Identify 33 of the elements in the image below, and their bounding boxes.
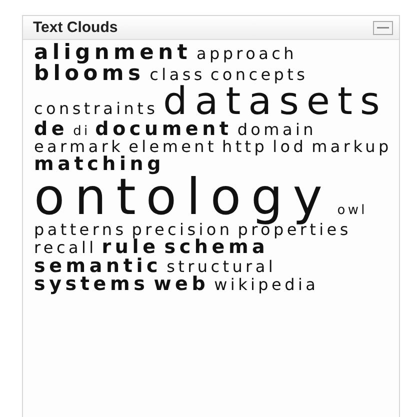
tag-link[interactable]: wikipedia [214, 277, 319, 293]
collapse-button[interactable] [373, 20, 393, 34]
tag-link[interactable]: semantic [34, 256, 162, 276]
minus-icon [377, 26, 389, 28]
tag-link[interactable]: http [222, 139, 268, 155]
tag-link[interactable]: di [73, 126, 90, 140]
tag-link[interactable]: de [34, 120, 68, 139]
tag-link[interactable]: structural [166, 258, 276, 274]
tag-link[interactable]: earmark [34, 139, 124, 155]
tag-link[interactable]: concepts [210, 66, 308, 82]
tag-link[interactable]: markup [312, 139, 392, 155]
tag-link[interactable]: blooms [34, 62, 145, 84]
tag-link[interactable]: constraints [34, 101, 158, 117]
tag-link[interactable]: alignment [34, 42, 192, 63]
tag-link[interactable]: matching [34, 154, 165, 174]
tag-link[interactable]: recall [34, 240, 97, 256]
tag-link[interactable]: patterns [34, 222, 127, 238]
tag-link[interactable]: ontology [34, 173, 332, 222]
tag-link[interactable]: schema [164, 238, 269, 257]
tag-link[interactable]: systems [34, 275, 149, 294]
tag-link[interactable]: element [128, 139, 217, 155]
tag-link[interactable]: owl [337, 205, 368, 218]
tag-link[interactable]: domain [237, 122, 316, 138]
tag-link[interactable]: document [95, 120, 232, 139]
tag-link[interactable]: web [154, 275, 210, 294]
tag-link[interactable]: class [150, 66, 206, 82]
tag-link[interactable]: precision [132, 222, 233, 238]
tag-link[interactable]: lod [272, 139, 307, 155]
block-title: Text Clouds [33, 19, 118, 36]
tag-link[interactable]: approach [196, 46, 297, 62]
tag-link[interactable]: datasets [163, 83, 388, 120]
tag-link[interactable]: properties [238, 222, 352, 238]
tag-link[interactable]: rule [102, 238, 160, 257]
